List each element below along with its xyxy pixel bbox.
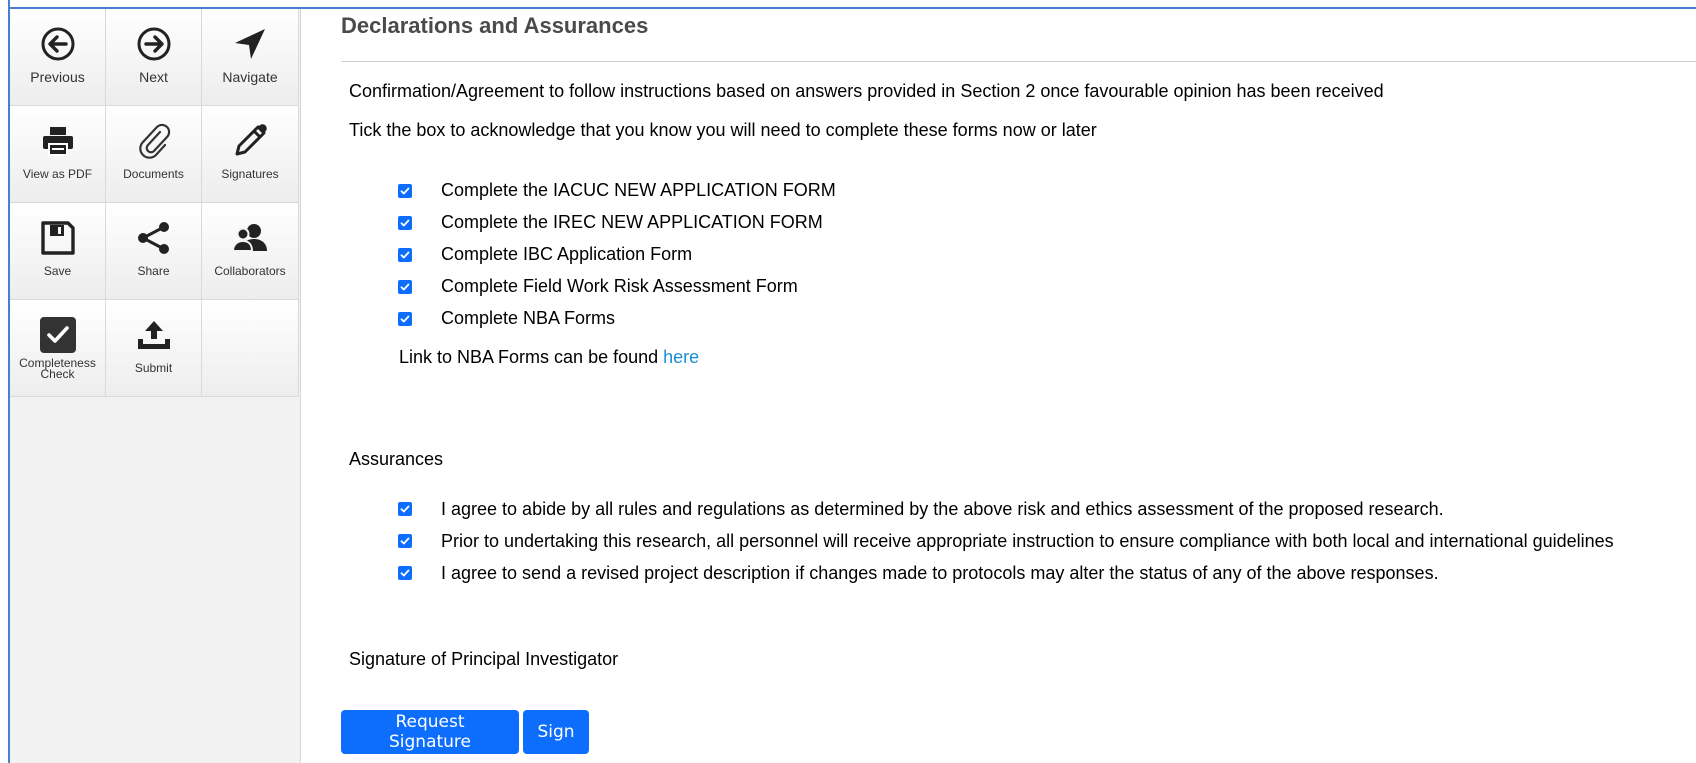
save-label: Save (43, 264, 72, 278)
assurance-label-instruction: Prior to undertaking this research, all … (441, 531, 1614, 551)
form-label-iacuc: Complete the IACUC NEW APPLICATION FORM (441, 180, 836, 200)
completeness-check-label: Completeness Check (19, 356, 96, 381)
navigate-arrow-icon (232, 23, 268, 65)
navigate-label: Navigate (222, 69, 278, 85)
nba-link-row: Link to NBA Forms can be found here (399, 347, 699, 368)
check-icon (400, 283, 410, 291)
printer-icon (40, 120, 76, 162)
sign-button[interactable]: Sign (523, 710, 589, 754)
signature-title: Signature of Principal Investigator (349, 649, 619, 669)
form-label-field-work: Complete Field Work Risk Assessment Form (441, 276, 798, 296)
toolbar-empty-cell (202, 300, 299, 397)
collaborators-label: Collaborators (214, 264, 286, 278)
signatures-label: Signatures (221, 167, 279, 181)
assurances-title: Assurances (349, 449, 444, 469)
window-top-border (0, 0, 1696, 9)
next-circle-arrow-icon (136, 23, 172, 65)
navigate-button[interactable]: Navigate (202, 9, 299, 106)
window-left-border (0, 0, 10, 763)
form-checkbox-iacuc[interactable] (398, 184, 412, 198)
form-checkbox-nba[interactable] (398, 312, 412, 326)
check-icon (400, 315, 410, 323)
view-as-pdf-button[interactable]: View as PDF (10, 106, 106, 203)
nba-forms-link[interactable]: here (663, 347, 699, 367)
save-button[interactable]: Save (10, 203, 106, 300)
intro-tick-text: Tick the box to acknowledge that you kno… (349, 120, 1097, 140)
previous-label: Previous (30, 69, 85, 85)
share-label: Share (137, 264, 170, 278)
assurance-checkbox-instruction[interactable] (398, 534, 412, 548)
check-icon (400, 219, 410, 227)
section-title: Declarations and Assurances (341, 13, 649, 38)
check-icon (400, 187, 410, 195)
title-divider (341, 61, 1696, 62)
collaborators-button[interactable]: Collaborators (202, 203, 299, 300)
form-label-ibc: Complete IBC Application Form (441, 244, 693, 264)
documents-label: Documents (123, 167, 184, 181)
assurance-label-rules: I agree to abide by all rules and regula… (441, 499, 1444, 519)
documents-button[interactable]: Documents (106, 106, 202, 203)
upload-tray-icon (136, 314, 172, 356)
submit-label: Submit (134, 361, 173, 375)
form-label-nba: Complete NBA Forms (441, 308, 616, 328)
submit-button[interactable]: Submit (106, 300, 202, 397)
signatures-button[interactable]: Signatures (202, 106, 299, 203)
check-icon (400, 569, 410, 577)
checkbox-icon (39, 314, 77, 356)
next-button[interactable]: Next (106, 9, 202, 106)
assurance-checkbox-revised[interactable] (398, 566, 412, 580)
paperclip-icon (136, 120, 172, 162)
collaborators-icon (232, 217, 268, 259)
pencil-icon (232, 120, 268, 162)
share-button[interactable]: Share (106, 203, 202, 300)
view-as-pdf-label: View as PDF (22, 167, 93, 181)
intro-confirmation-text: Confirmation/Agreement to follow instruc… (349, 81, 1384, 101)
share-icon (136, 217, 172, 259)
assurance-label-revised: I agree to send a revised project descri… (441, 563, 1439, 583)
request-signature-button[interactable]: Request Signature (341, 710, 519, 754)
floppy-disk-icon (40, 217, 76, 259)
previous-button[interactable]: Previous (10, 9, 106, 106)
form-checkbox-field-work[interactable] (398, 280, 412, 294)
previous-circle-arrow-icon (40, 23, 76, 65)
form-checkbox-irec[interactable] (398, 216, 412, 230)
check-icon (400, 537, 410, 545)
assurance-checkbox-rules[interactable] (398, 502, 412, 516)
check-icon (400, 505, 410, 513)
nba-link-text: Link to NBA Forms can be found (399, 347, 659, 367)
completeness-check-button[interactable]: Completeness Check (10, 300, 106, 397)
form-checkbox-ibc[interactable] (398, 248, 412, 262)
check-icon (400, 251, 410, 259)
form-label-irec: Complete the IREC NEW APPLICATION FORM (441, 212, 823, 232)
next-label: Next (139, 69, 168, 85)
toolbar-grid: Previous Next Navigate View as PDF Docum (10, 9, 300, 397)
sidebar-toolbar: Previous Next Navigate View as PDF Docum (10, 9, 301, 763)
